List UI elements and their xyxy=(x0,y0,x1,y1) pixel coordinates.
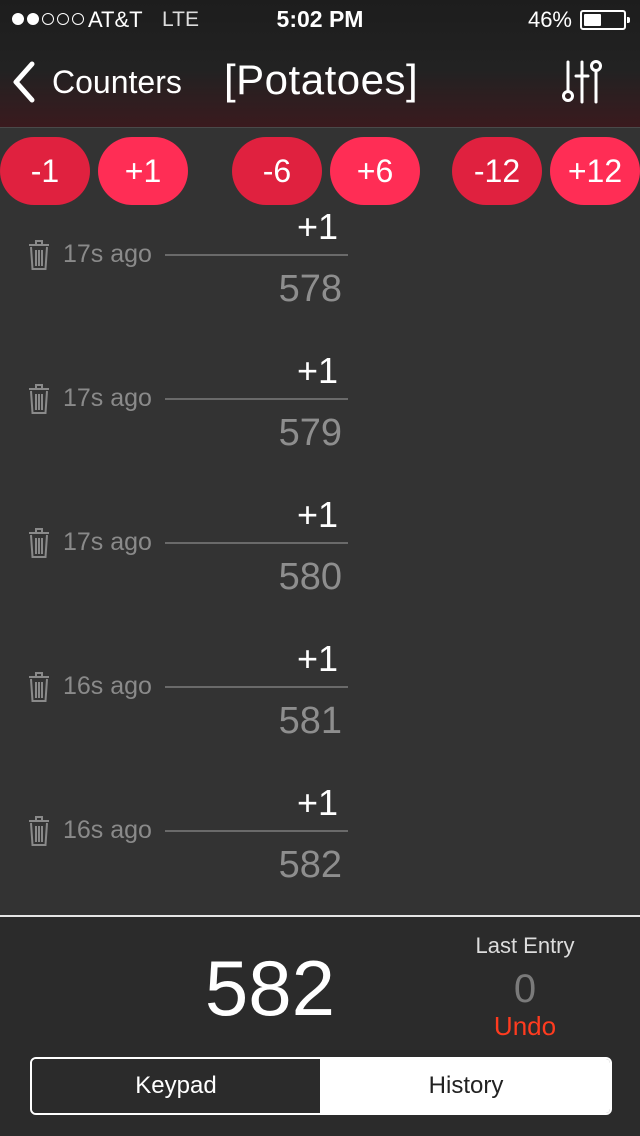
decrement-1-button[interactable]: -1 xyxy=(0,137,90,205)
decrement-6-button[interactable]: -6 xyxy=(232,137,322,205)
entry-delta: +1 xyxy=(296,782,338,823)
entry-delta: +1 xyxy=(296,350,338,391)
entry-total: 578 xyxy=(278,268,342,310)
increment-12-button[interactable]: +12 xyxy=(550,137,640,205)
summary-panel: 582 Last Entry 0 Undo Keypad History xyxy=(0,915,640,1136)
back-button[interactable]: Counters xyxy=(12,60,182,104)
status-bar: AT&T LTE 5:02 PM 46% xyxy=(0,0,640,40)
sliders-icon[interactable] xyxy=(558,58,610,106)
view-segmented-control: Keypad History xyxy=(30,1057,612,1115)
increment-1-button[interactable]: +1 xyxy=(98,137,188,205)
trash-icon[interactable] xyxy=(28,384,50,414)
battery-fill xyxy=(584,14,602,26)
entry-time-ago: 17s ago xyxy=(63,384,152,412)
tab-history[interactable]: History xyxy=(322,1059,610,1113)
chevron-left-icon xyxy=(13,61,35,103)
navigation-bar: Counters [Potatoes] xyxy=(0,40,640,128)
history-row: +1 17s ago 579 xyxy=(0,350,400,494)
entry-divider xyxy=(165,686,348,688)
current-count: 582 xyxy=(204,944,336,1032)
trash-icon[interactable] xyxy=(28,240,50,270)
increment-6-button[interactable]: +6 xyxy=(330,137,420,205)
entry-total: 582 xyxy=(278,844,342,886)
history-row: +1 16s ago 581 xyxy=(0,638,400,782)
tab-keypad[interactable]: Keypad xyxy=(32,1059,322,1113)
header: AT&T LTE 5:02 PM 46% Counters [Potatoes] xyxy=(0,0,640,128)
entry-delta: +1 xyxy=(296,638,338,679)
trash-icon[interactable] xyxy=(28,528,50,558)
history-row: +1 17s ago 578 xyxy=(0,206,400,350)
entry-time-ago: 17s ago xyxy=(63,240,152,268)
entry-total: 580 xyxy=(278,556,342,598)
entry-total: 581 xyxy=(278,700,342,742)
decrement-12-button[interactable]: -12 xyxy=(452,137,542,205)
entry-time-ago: 16s ago xyxy=(63,816,152,844)
entry-time-ago: 16s ago xyxy=(63,672,152,700)
undo-button[interactable]: Undo xyxy=(450,1011,600,1042)
entry-delta: +1 xyxy=(296,206,338,247)
entry-total: 579 xyxy=(278,412,342,454)
history-row: +1 16s ago 582 xyxy=(0,782,400,926)
last-entry-value: 0 xyxy=(513,967,537,1011)
entry-divider xyxy=(165,254,348,256)
entry-divider xyxy=(165,398,348,400)
entry-divider xyxy=(165,830,348,832)
entry-divider xyxy=(165,542,348,544)
battery-icon xyxy=(580,10,630,30)
history-row: +1 17s ago 580 xyxy=(0,494,400,638)
back-label: Counters xyxy=(52,63,182,100)
last-entry-label: Last Entry xyxy=(475,933,575,958)
trash-icon[interactable] xyxy=(28,672,50,702)
battery-percent: 46% xyxy=(527,7,572,32)
entry-time-ago: 17s ago xyxy=(63,528,152,556)
entry-delta: +1 xyxy=(296,494,338,535)
page-title: [Potatoes] xyxy=(224,56,419,103)
trash-icon[interactable] xyxy=(28,816,50,846)
